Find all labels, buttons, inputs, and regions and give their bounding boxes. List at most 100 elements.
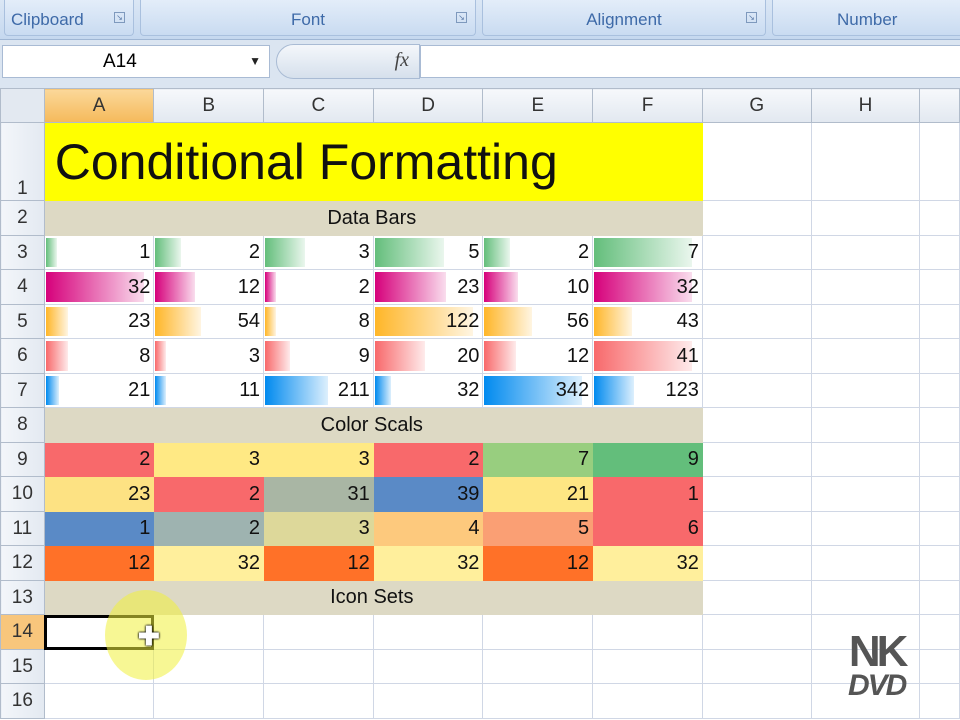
row-header-1[interactable]: 1 <box>0 122 45 201</box>
cell[interactable] <box>919 580 960 615</box>
insert-function-button[interactable]: fx <box>276 44 420 79</box>
column-header-E[interactable]: E <box>482 88 594 123</box>
cell[interactable] <box>810 511 921 546</box>
data-bar-cell[interactable]: 43 <box>592 304 703 339</box>
data-bar-cell[interactable]: 11 <box>153 373 265 408</box>
column-header-I[interactable] <box>919 88 960 123</box>
cell[interactable] <box>592 614 703 650</box>
cell[interactable] <box>701 649 812 684</box>
data-bar-cell[interactable]: 10 <box>482 269 594 305</box>
data-bar-cell[interactable]: 32 <box>372 373 484 408</box>
row-header-4[interactable]: 4 <box>0 269 45 305</box>
cell[interactable] <box>919 269 960 305</box>
cell[interactable] <box>919 373 960 408</box>
data-bar-cell[interactable]: 211 <box>263 373 374 408</box>
color-scale-cell[interactable]: 32 <box>592 545 703 581</box>
color-scale-cell[interactable]: 23 <box>43 476 155 512</box>
color-scale-cell[interactable]: 2 <box>43 442 155 477</box>
cell[interactable] <box>810 407 921 443</box>
data-bar-cell[interactable]: 23 <box>372 269 484 305</box>
color-scale-cell[interactable]: 3 <box>263 442 374 477</box>
cell[interactable] <box>919 649 960 684</box>
cell[interactable] <box>810 476 921 512</box>
color-scale-cell[interactable]: 4 <box>372 511 484 546</box>
cell[interactable] <box>919 442 960 477</box>
row-header-14[interactable]: 14 <box>0 614 45 650</box>
cell[interactable] <box>919 200 960 236</box>
ribbon-group-alignment[interactable]: Alignment ↘ <box>482 0 766 36</box>
row-header-6[interactable]: 6 <box>0 338 45 374</box>
column-header-G[interactable]: G <box>701 88 812 123</box>
cell[interactable] <box>701 304 812 339</box>
cell[interactable] <box>701 373 812 408</box>
data-bar-cell[interactable]: 2 <box>482 235 594 270</box>
color-scale-cell[interactable]: 2 <box>153 476 265 512</box>
cell[interactable] <box>701 580 812 615</box>
row-header-2[interactable]: 2 <box>0 200 45 236</box>
cell[interactable] <box>919 511 960 546</box>
row-header-12[interactable]: 12 <box>0 545 45 581</box>
cell[interactable] <box>482 614 594 650</box>
section-header-color-scales[interactable]: Color Scals <box>43 407 703 443</box>
dialog-launcher-icon[interactable]: ↘ <box>456 12 467 23</box>
cell[interactable] <box>372 649 484 684</box>
ribbon-group-number[interactable]: Number <box>772 0 960 36</box>
color-scale-cell[interactable]: 2 <box>153 511 265 546</box>
cell[interactable] <box>43 683 155 719</box>
cell[interactable] <box>701 683 812 719</box>
data-bar-cell[interactable]: 3 <box>263 235 374 270</box>
formula-input[interactable] <box>420 45 960 78</box>
cell[interactable] <box>810 122 921 201</box>
color-scale-cell[interactable]: 39 <box>372 476 484 512</box>
cell[interactable] <box>372 614 484 650</box>
color-scale-cell[interactable]: 1 <box>43 511 155 546</box>
cell[interactable] <box>810 269 921 305</box>
cell[interactable] <box>810 338 921 374</box>
color-scale-cell[interactable]: 32 <box>372 545 484 581</box>
color-scale-cell[interactable]: 6 <box>592 511 703 546</box>
cell[interactable] <box>919 338 960 374</box>
cell[interactable] <box>263 683 374 719</box>
cell[interactable] <box>701 338 812 374</box>
cell[interactable] <box>919 407 960 443</box>
cell[interactable] <box>810 373 921 408</box>
cell[interactable] <box>919 476 960 512</box>
cell[interactable] <box>592 683 703 719</box>
row-header-3[interactable]: 3 <box>0 235 45 270</box>
column-header-D[interactable]: D <box>372 88 484 123</box>
column-header-B[interactable]: B <box>153 88 265 123</box>
title-cell[interactable]: Conditional Formatting <box>43 122 703 201</box>
cell[interactable] <box>482 683 594 719</box>
name-box[interactable]: A14 ▼ <box>2 45 270 78</box>
row-header-11[interactable]: 11 <box>0 511 45 546</box>
data-bar-cell[interactable]: 12 <box>482 338 594 374</box>
row-header-15[interactable]: 15 <box>0 649 45 684</box>
data-bar-cell[interactable]: 32 <box>592 269 703 305</box>
cell[interactable] <box>372 683 484 719</box>
row-header-10[interactable]: 10 <box>0 476 45 512</box>
color-scale-cell[interactable]: 3 <box>263 511 374 546</box>
data-bar-cell[interactable]: 23 <box>43 304 155 339</box>
row-header-8[interactable]: 8 <box>0 407 45 443</box>
dropdown-arrow-icon[interactable]: ▼ <box>249 46 261 77</box>
cell[interactable] <box>919 304 960 339</box>
row-header-16[interactable]: 16 <box>0 683 45 719</box>
data-bar-cell[interactable]: 41 <box>592 338 703 374</box>
data-bar-cell[interactable]: 20 <box>372 338 484 374</box>
cell[interactable] <box>701 269 812 305</box>
ribbon-group-clipboard[interactable]: Clipboard ↘ <box>4 0 134 36</box>
cell[interactable] <box>482 649 594 684</box>
data-bar-cell[interactable]: 12 <box>153 269 265 305</box>
cell[interactable] <box>701 200 812 236</box>
data-bar-cell[interactable]: 123 <box>592 373 703 408</box>
cell[interactable] <box>153 683 265 719</box>
select-all-button[interactable] <box>0 88 45 123</box>
ribbon-group-font[interactable]: Font ↘ <box>140 0 476 36</box>
color-scale-cell[interactable]: 32 <box>153 545 265 581</box>
dialog-launcher-icon[interactable]: ↘ <box>746 12 757 23</box>
cell[interactable] <box>701 511 812 546</box>
color-scale-cell[interactable]: 12 <box>43 545 155 581</box>
color-scale-cell[interactable]: 21 <box>482 476 594 512</box>
color-scale-cell[interactable]: 2 <box>372 442 484 477</box>
data-bar-cell[interactable]: 9 <box>263 338 374 374</box>
